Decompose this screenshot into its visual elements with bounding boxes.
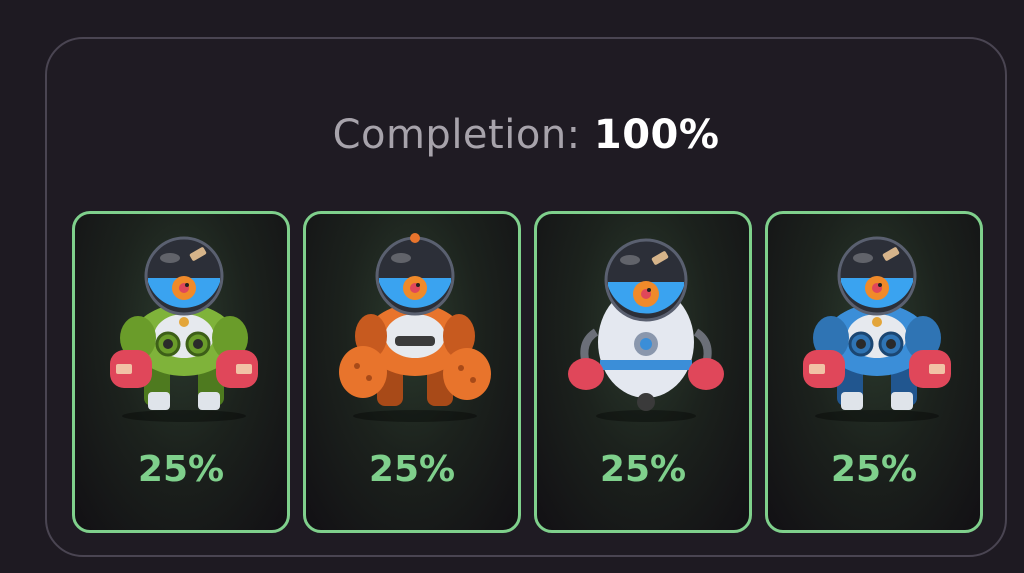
robot-card-blue[interactable]: 25% xyxy=(765,211,983,533)
orange-robot-icon xyxy=(339,233,491,422)
completion-label: Completion: xyxy=(332,112,581,158)
card-percent: 25% xyxy=(830,449,918,490)
blue-robot-icon xyxy=(803,236,951,422)
completion-panel: Completion: 100% 25% 25% 25% 25% xyxy=(45,37,1007,557)
robot-card-green[interactable]: 25% xyxy=(72,211,290,533)
white-robot-icon xyxy=(568,238,724,422)
completion-value: 100% xyxy=(593,112,720,158)
card-percent: 25% xyxy=(599,449,687,490)
robot-card-orange[interactable]: 25% xyxy=(303,211,521,533)
card-percent: 25% xyxy=(368,449,456,490)
completion-title: Completion: 100% xyxy=(47,111,1005,159)
robot-card-white[interactable]: 25% xyxy=(534,211,752,533)
green-robot-icon xyxy=(110,236,258,422)
card-percent: 25% xyxy=(137,449,225,490)
